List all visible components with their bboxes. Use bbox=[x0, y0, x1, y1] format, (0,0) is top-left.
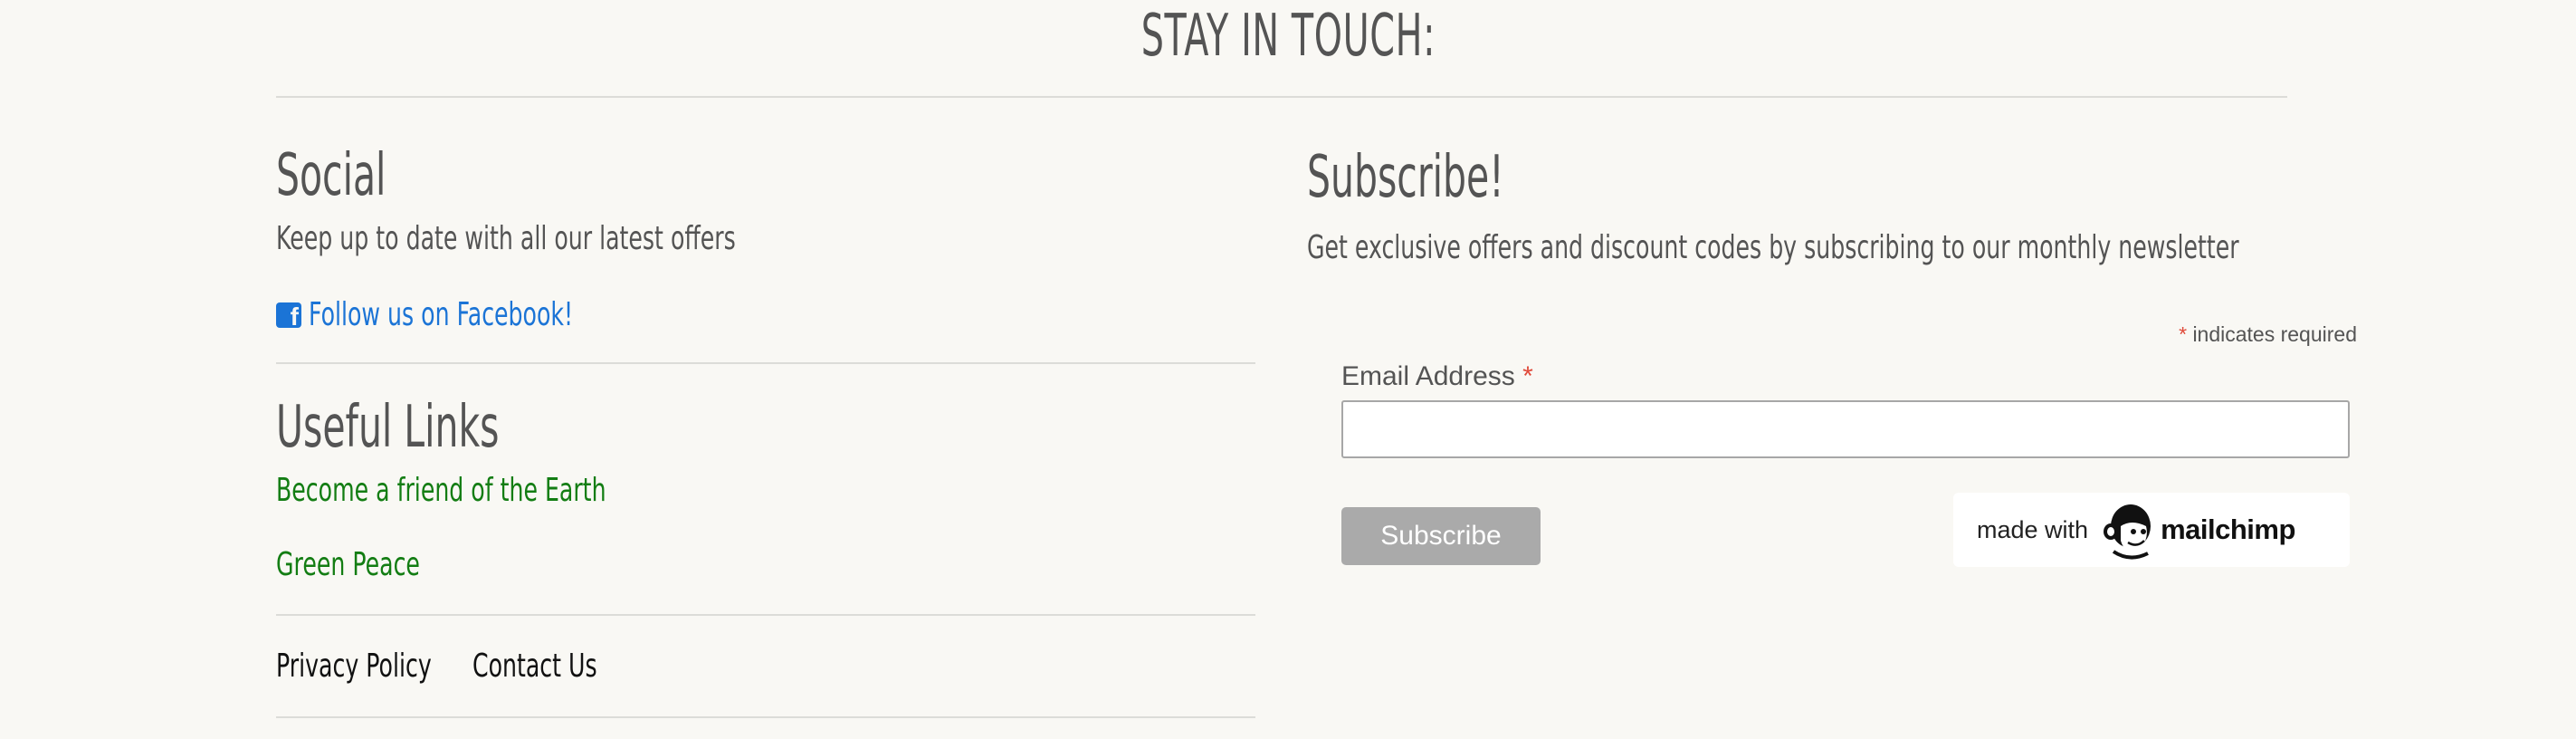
email-label: Email Address * bbox=[1341, 359, 1533, 395]
subscribe-description: Get exclusive offers and discount codes … bbox=[1307, 229, 2239, 266]
badge-brand: mailchimp bbox=[2161, 513, 2295, 545]
email-label-text: Email Address bbox=[1341, 361, 1515, 391]
required-asterisk: * bbox=[2179, 322, 2188, 346]
useful-link-green-peace[interactable]: Green Peace bbox=[276, 545, 420, 585]
section-divider bbox=[276, 362, 1255, 364]
subscribe-form: Subscribe! Get exclusive offers and disc… bbox=[1307, 98, 2357, 739]
facebook-square-icon: f bbox=[276, 302, 301, 328]
required-note-text: indicates required bbox=[2192, 322, 2357, 346]
facebook-link[interactable]: f Follow us on Facebook! bbox=[276, 295, 686, 335]
page-title: STAY IN TOUCH: bbox=[1140, 3, 1436, 70]
required-indicator: * indicates required bbox=[2179, 321, 2357, 348]
useful-links-heading: Useful Links bbox=[276, 394, 500, 461]
facebook-link-label: Follow us on Facebook! bbox=[309, 296, 574, 333]
social-heading: Social bbox=[276, 142, 386, 209]
useful-link-friend-of-earth[interactable]: Become a friend of the Earth bbox=[276, 471, 606, 511]
badge-prefix: made with bbox=[1977, 515, 2089, 543]
email-required-asterisk: * bbox=[1522, 361, 1533, 391]
mailchimp-badge[interactable]: made with mailchimp bbox=[1953, 493, 2350, 567]
contact-us-link[interactable]: Contact Us bbox=[472, 647, 597, 686]
subscribe-heading: Subscribe! bbox=[1307, 144, 1504, 211]
mailchimp-freddie-icon bbox=[2104, 504, 2151, 560]
left-column: Social Keep up to date with all our late… bbox=[276, 98, 1255, 739]
privacy-policy-link[interactable]: Privacy Policy bbox=[276, 647, 432, 686]
social-description: Keep up to date with all our latest offe… bbox=[276, 220, 736, 257]
footer-divider bbox=[276, 716, 1255, 718]
email-input[interactable] bbox=[1341, 400, 2350, 458]
section-divider bbox=[276, 614, 1255, 616]
subscribe-button[interactable]: Subscribe bbox=[1341, 507, 1541, 565]
